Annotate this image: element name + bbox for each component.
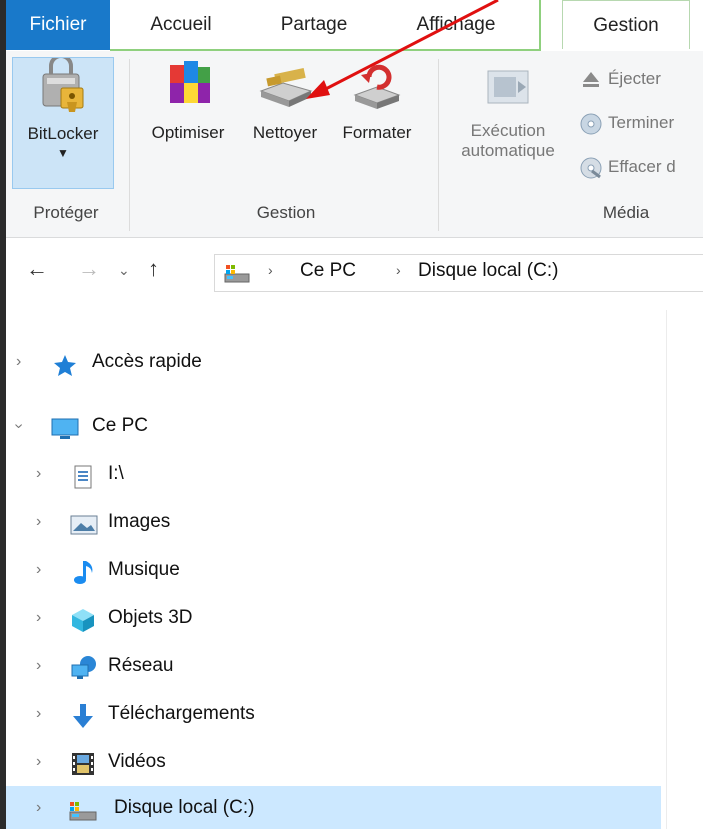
music-icon [70,558,96,584]
autoplay-label-line2: automatique [461,141,555,160]
chevron-right-icon[interactable]: › [36,786,41,829]
tree-item-acces-rapide[interactable]: › Accès rapide [6,340,661,384]
breadcrumb-disque-local[interactable]: Disque local (C:) [418,260,558,282]
tree-label: Musique [108,559,180,580]
tree-label: Téléchargements [108,703,255,724]
tree-label: Disque local (C:) [114,797,255,818]
tree-item-drive-i[interactable]: › I:\ [6,452,661,496]
chevron-right-icon[interactable]: › [36,452,41,496]
group-label-media: Média [602,203,650,222]
nettoyer-label: Nettoyer [252,123,318,142]
chevron-right-icon[interactable]: › [36,644,41,688]
film-icon [70,750,96,775]
file-explorer-window: Fichier Accueil Partage Affichage Gestio… [6,0,703,829]
network-icon [70,654,96,679]
terminer-label: Terminer [608,113,675,132]
address-bar-row: ← → ⌄ ↑ › Ce PC › Disque local (C:) [6,238,703,308]
tree-label: Ce PC [92,415,148,436]
tree-item-objets-3d[interactable]: › Objets 3D [6,596,661,640]
breadcrumb-ce-pc[interactable]: Ce PC [300,260,356,282]
tree-item-reseau[interactable]: › Réseau [6,644,661,688]
erase-disc-icon [580,157,602,179]
tree-label: I:\ [108,463,124,484]
back-arrow-icon[interactable]: ← [26,256,48,282]
effacer-label: Effacer d [608,157,676,176]
chevron-right-icon[interactable]: › [36,596,41,640]
tree-label: Réseau [108,655,174,676]
download-arrow-icon [70,702,96,728]
breadcrumb-separator-icon[interactable]: › [268,262,273,278]
tree-item-videos[interactable]: › Vidéos [6,740,661,784]
terminer-button[interactable]: Terminer [580,111,674,135]
optimiser-label: Optimiser [151,123,225,142]
annotation-arrow [306,0,499,99]
chevron-down-icon: ▼ [57,146,69,160]
disc-icon [580,113,602,135]
chevron-right-icon[interactable]: › [36,548,41,592]
tree-item-images[interactable]: › Images [6,500,661,544]
up-arrow-icon[interactable]: ↑ [148,256,159,282]
chevron-right-icon[interactable]: › [36,500,41,544]
formater-label: Formater [342,123,412,142]
tree-label: Objets 3D [108,607,193,628]
group-label-gestion: Gestion [256,203,316,222]
recent-locations-chevron-icon[interactable]: ⌄ [118,262,130,279]
chevron-right-icon[interactable]: › [16,340,21,384]
chevron-right-icon[interactable]: › [36,740,41,784]
forward-arrow-icon[interactable]: → [78,256,100,282]
document-icon [70,462,96,489]
autoplay-label-line1: Exécution [470,121,546,140]
tree-label: Images [108,511,171,532]
chevron-right-icon[interactable]: › [36,692,41,736]
breadcrumb-separator-icon[interactable]: › [396,262,401,278]
tree-item-telechargements[interactable]: › Téléchargements [6,692,661,736]
bitlocker-label: BitLocker [27,124,99,143]
effacer-button[interactable]: Effacer d [580,155,676,179]
star-icon [52,350,78,376]
pictures-icon [70,510,98,535]
tree-item-musique[interactable]: › Musique [6,548,661,592]
computer-icon [50,414,79,439]
drive-icon [223,262,251,289]
navigation-pane: › Accès rapide › Ce PC › I:\ › Images › … [6,310,666,829]
tree-item-disque-local[interactable]: › Disque local (C:) [6,786,661,829]
tree-item-ce-pc[interactable]: › Ce PC [6,404,661,448]
pane-divider [666,310,667,829]
tree-label: Accès rapide [92,351,202,372]
drive-icon [66,796,97,821]
chevron-down-icon[interactable]: › [6,423,41,428]
tree-label: Vidéos [108,751,166,772]
group-label-proteger: Protéger [33,203,99,222]
cube-icon [70,606,96,632]
